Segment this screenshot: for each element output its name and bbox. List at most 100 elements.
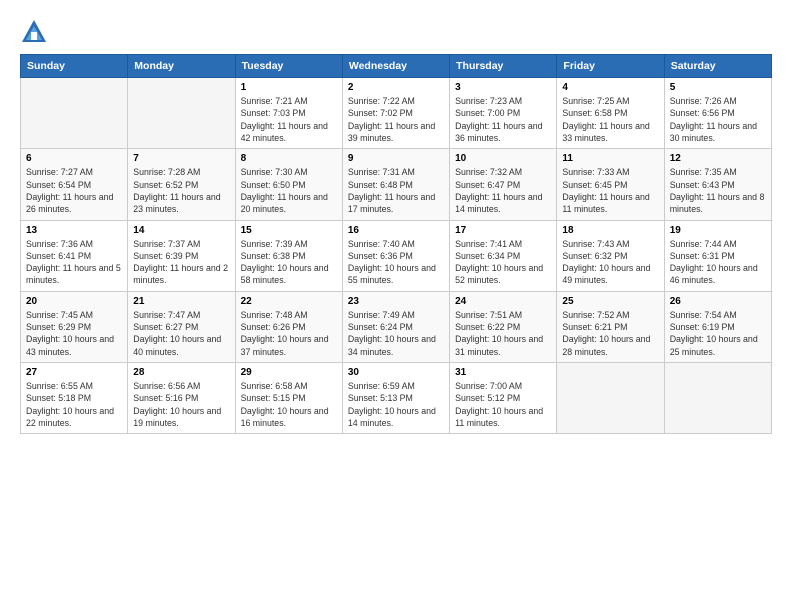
day-number: 4 [562, 82, 658, 93]
weekday-header-monday: Monday [128, 55, 235, 78]
day-info: Sunrise: 7:28 AMSunset: 6:52 PMDaylight:… [133, 166, 229, 215]
weekday-header-wednesday: Wednesday [342, 55, 449, 78]
day-number: 10 [455, 153, 551, 164]
day-number: 31 [455, 367, 551, 378]
calendar-cell: 19Sunrise: 7:44 AMSunset: 6:31 PMDayligh… [664, 220, 771, 291]
weekday-header-thursday: Thursday [450, 55, 557, 78]
calendar-cell: 20 Sunrise: 7:45 AMSunset: 6:29 PMDayligh… [21, 291, 128, 362]
calendar-cell: 28 Sunrise: 6:56 AMSunset: 5:16 PMDayligh… [128, 363, 235, 434]
weekday-header-sunday: Sunday [21, 55, 128, 78]
calendar-cell: 4 Sunrise: 7:25 AMSunset: 6:58 PMDaylight… [557, 78, 664, 149]
calendar-cell [21, 78, 128, 149]
calendar-cell: 26 Sunrise: 7:54 AMSunset: 6:19 PMDayligh… [664, 291, 771, 362]
day-info: Sunrise: 6:56 AMSunset: 5:16 PMDaylight:… [133, 380, 229, 429]
day-info: Sunrise: 7:52 AMSunset: 6:21 PMDaylight:… [562, 309, 658, 358]
day-number: 16 [348, 225, 444, 236]
day-number: 6 [26, 153, 122, 164]
day-number: 13 [26, 225, 122, 236]
calendar-cell: 24Sunrise: 7:51 AMSunset: 6:22 PMDayligh… [450, 291, 557, 362]
day-number: 20 [26, 296, 122, 307]
day-number: 3 [455, 82, 551, 93]
day-number: 21 [133, 296, 229, 307]
day-info: Sunrise: 6:59 AMSunset: 5:13 PMDaylight:… [348, 380, 444, 429]
day-number: 27 [26, 367, 122, 378]
calendar-cell: 2 Sunrise: 7:22 AMSunset: 7:02 PMDaylight… [342, 78, 449, 149]
calendar-cell: 15Sunrise: 7:39 AMSunset: 6:38 PMDayligh… [235, 220, 342, 291]
day-number: 7 [133, 153, 229, 164]
day-info: Sunrise: 7:48 AMSunset: 6:26 PMDaylight:… [241, 309, 337, 358]
calendar-cell: 29 Sunrise: 6:58 AMSunset: 5:15 PMDayligh… [235, 363, 342, 434]
day-info: Sunrise: 7:26 AMSunset: 6:56 PMDaylight:… [670, 95, 766, 144]
day-number: 23 [348, 296, 444, 307]
day-info: Sunrise: 7:23 AMSunset: 7:00 PMDaylight:… [455, 95, 551, 144]
day-info: Sunrise: 7:35 AMSunset: 6:43 PMDaylight:… [670, 166, 766, 215]
calendar-cell: 25 Sunrise: 7:52 AMSunset: 6:21 PMDayligh… [557, 291, 664, 362]
day-number: 22 [241, 296, 337, 307]
day-number: 5 [670, 82, 766, 93]
day-number: 1 [241, 82, 337, 93]
day-number: 17 [455, 225, 551, 236]
day-number: 29 [241, 367, 337, 378]
calendar-table: SundayMondayTuesdayWednesdayThursdayFrid… [20, 54, 772, 434]
day-info: Sunrise: 6:58 AMSunset: 5:15 PMDaylight:… [241, 380, 337, 429]
day-number: 12 [670, 153, 766, 164]
weekday-header-tuesday: Tuesday [235, 55, 342, 78]
calendar-cell: 14 Sunrise: 7:37 AMSunset: 6:39 PMDayligh… [128, 220, 235, 291]
logo-icon [20, 18, 48, 46]
day-info: Sunrise: 7:36 AMSunset: 6:41 PMDaylight:… [26, 238, 122, 287]
calendar-cell [664, 363, 771, 434]
calendar-cell: 9Sunrise: 7:31 AMSunset: 6:48 PMDaylight… [342, 149, 449, 220]
day-info: Sunrise: 7:39 AMSunset: 6:38 PMDaylight:… [241, 238, 337, 287]
calendar-cell: 22 Sunrise: 7:48 AMSunset: 6:26 PMDayligh… [235, 291, 342, 362]
logo [20, 18, 52, 46]
calendar-cell: 23Sunrise: 7:49 AMSunset: 6:24 PMDayligh… [342, 291, 449, 362]
day-number: 8 [241, 153, 337, 164]
calendar-cell [557, 363, 664, 434]
calendar-cell: 1 Sunrise: 7:21 AMSunset: 7:03 PMDaylight… [235, 78, 342, 149]
day-info: Sunrise: 7:40 AMSunset: 6:36 PMDaylight:… [348, 238, 444, 287]
weekday-header-friday: Friday [557, 55, 664, 78]
calendar-cell: 7 Sunrise: 7:28 AMSunset: 6:52 PMDaylight… [128, 149, 235, 220]
day-info: Sunrise: 7:25 AMSunset: 6:58 PMDaylight:… [562, 95, 658, 144]
day-info: Sunrise: 7:21 AMSunset: 7:03 PMDaylight:… [241, 95, 337, 144]
day-info: Sunrise: 7:27 AMSunset: 6:54 PMDaylight:… [26, 166, 122, 215]
day-info: Sunrise: 6:55 AMSunset: 5:18 PMDaylight:… [26, 380, 122, 429]
calendar-cell [128, 78, 235, 149]
day-info: Sunrise: 7:30 AMSunset: 6:50 PMDaylight:… [241, 166, 337, 215]
day-info: Sunrise: 7:54 AMSunset: 6:19 PMDaylight:… [670, 309, 766, 358]
day-info: Sunrise: 7:00 AMSunset: 5:12 PMDaylight:… [455, 380, 551, 429]
day-number: 18 [562, 225, 658, 236]
calendar-cell: 21 Sunrise: 7:47 AMSunset: 6:27 PMDayligh… [128, 291, 235, 362]
day-number: 11 [562, 153, 658, 164]
calendar-cell: 8 Sunrise: 7:30 AMSunset: 6:50 PMDaylight… [235, 149, 342, 220]
calendar-cell: 13 Sunrise: 7:36 AMSunset: 6:41 PMDayligh… [21, 220, 128, 291]
day-info: Sunrise: 7:32 AMSunset: 6:47 PMDaylight:… [455, 166, 551, 215]
page-header [20, 18, 772, 46]
calendar-cell: 31 Sunrise: 7:00 AMSunset: 5:12 PMDayligh… [450, 363, 557, 434]
day-number: 26 [670, 296, 766, 307]
day-number: 30 [348, 367, 444, 378]
day-number: 25 [562, 296, 658, 307]
day-number: 2 [348, 82, 444, 93]
calendar-cell: 5 Sunrise: 7:26 AMSunset: 6:56 PMDaylight… [664, 78, 771, 149]
day-info: Sunrise: 7:45 AMSunset: 6:29 PMDaylight:… [26, 309, 122, 358]
day-info: Sunrise: 7:47 AMSunset: 6:27 PMDaylight:… [133, 309, 229, 358]
calendar-cell: 11Sunrise: 7:33 AMSunset: 6:45 PMDayligh… [557, 149, 664, 220]
day-number: 14 [133, 225, 229, 236]
calendar-cell: 6 Sunrise: 7:27 AMSunset: 6:54 PMDaylight… [21, 149, 128, 220]
day-info: Sunrise: 7:44 AMSunset: 6:31 PMDaylight:… [670, 238, 766, 287]
calendar-cell: 27 Sunrise: 6:55 AMSunset: 5:18 PMDayligh… [21, 363, 128, 434]
weekday-header-saturday: Saturday [664, 55, 771, 78]
day-info: Sunrise: 7:22 AMSunset: 7:02 PMDaylight:… [348, 95, 444, 144]
calendar-cell: 16 Sunrise: 7:40 AMSunset: 6:36 PMDayligh… [342, 220, 449, 291]
calendar-cell: 12 Sunrise: 7:35 AMSunset: 6:43 PMDayligh… [664, 149, 771, 220]
calendar-cell: 30 Sunrise: 6:59 AMSunset: 5:13 PMDayligh… [342, 363, 449, 434]
calendar-cell: 18 Sunrise: 7:43 AMSunset: 6:32 PMDayligh… [557, 220, 664, 291]
day-info: Sunrise: 7:51 AMSunset: 6:22 PMDaylight:… [455, 309, 551, 358]
day-info: Sunrise: 7:43 AMSunset: 6:32 PMDaylight:… [562, 238, 658, 287]
day-number: 28 [133, 367, 229, 378]
calendar-cell: 10 Sunrise: 7:32 AMSunset: 6:47 PMDayligh… [450, 149, 557, 220]
day-info: Sunrise: 7:37 AMSunset: 6:39 PMDaylight:… [133, 238, 229, 287]
day-info: Sunrise: 7:41 AMSunset: 6:34 PMDaylight:… [455, 238, 551, 287]
calendar-cell: 17 Sunrise: 7:41 AMSunset: 6:34 PMDayligh… [450, 220, 557, 291]
